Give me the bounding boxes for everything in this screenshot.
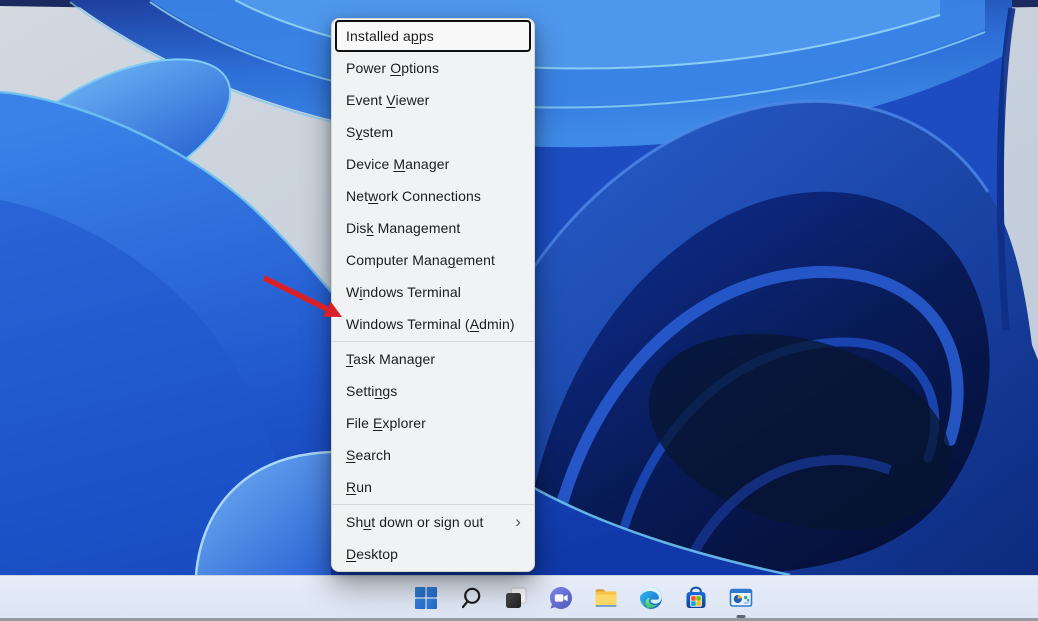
- menu-item-label: Run: [346, 479, 372, 495]
- menu-item-label: Windows Terminal (Admin): [346, 316, 515, 332]
- menu-separator: [332, 341, 534, 342]
- search-button[interactable]: [459, 586, 483, 610]
- menu-item-system[interactable]: System ›: [335, 116, 531, 148]
- task-view-icon: [504, 586, 528, 610]
- menu-item-installed-apps[interactable]: Installed apps ›: [335, 20, 531, 52]
- taskbar: [0, 575, 1038, 621]
- start-icon: [414, 586, 438, 610]
- store-icon: [684, 586, 708, 610]
- task-view-button[interactable]: [504, 586, 528, 610]
- file-explorer-icon: [594, 586, 618, 610]
- search-icon: [459, 586, 483, 610]
- menu-item-label: Power Options: [346, 60, 439, 76]
- menu-item-label: Event Viewer: [346, 92, 429, 108]
- chat-icon: [549, 586, 573, 610]
- edge-icon: [639, 586, 663, 610]
- menu-item-event-viewer[interactable]: Event Viewer ›: [335, 84, 531, 116]
- menu-item-desktop[interactable]: Desktop ›: [335, 538, 531, 570]
- menu-item-computer-management[interactable]: Computer Management ›: [335, 244, 531, 276]
- menu-item-label: Installed apps: [346, 28, 434, 44]
- menu-item-settings[interactable]: Settings ›: [335, 375, 531, 407]
- power-user-menu: Installed apps › Power Options › Event V…: [331, 18, 535, 572]
- menu-item-label: Device Manager: [346, 156, 449, 172]
- pie-chart-app-button[interactable]: [729, 586, 753, 610]
- store-button[interactable]: [684, 586, 708, 610]
- menu-item-windows-terminal-admin[interactable]: Windows Terminal (Admin) ›: [335, 308, 531, 340]
- menu-item-label: Disk Management: [346, 220, 460, 236]
- start-button[interactable]: [414, 586, 438, 610]
- menu-item-file-explorer[interactable]: File Explorer ›: [335, 407, 531, 439]
- menu-item-device-manager[interactable]: Device Manager ›: [335, 148, 531, 180]
- menu-item-task-manager[interactable]: Task Manager ›: [335, 343, 531, 375]
- menu-item-power-options[interactable]: Power Options ›: [335, 52, 531, 84]
- menu-item-label: Settings: [346, 383, 397, 399]
- chevron-right-icon: ›: [515, 513, 521, 530]
- menu-item-label: Task Manager: [346, 351, 435, 367]
- menu-item-label: Computer Management: [346, 252, 495, 268]
- menu-item-label: Windows Terminal: [346, 284, 461, 300]
- chat-button[interactable]: [549, 586, 573, 610]
- menu-item-shut-down-or-sign-out[interactable]: Shut down or sign out ›: [335, 506, 531, 538]
- menu-item-network-connections[interactable]: Network Connections ›: [335, 180, 531, 212]
- menu-item-disk-management[interactable]: Disk Management ›: [335, 212, 531, 244]
- menu-item-run[interactable]: Run ›: [335, 471, 531, 503]
- taskbar-icon-group: [414, 576, 753, 619]
- menu-item-label: Search: [346, 447, 391, 463]
- menu-item-windows-terminal[interactable]: Windows Terminal ›: [335, 276, 531, 308]
- menu-item-label: Shut down or sign out: [346, 514, 484, 530]
- menu-separator: [332, 504, 534, 505]
- menu-item-label: System: [346, 124, 393, 140]
- menu-item-search[interactable]: Search ›: [335, 439, 531, 471]
- file-explorer-button[interactable]: [594, 586, 618, 610]
- menu-item-label: Network Connections: [346, 188, 481, 204]
- pie-chart-app-icon: [729, 586, 753, 610]
- edge-button[interactable]: [639, 586, 663, 610]
- menu-item-label: File Explorer: [346, 415, 426, 431]
- menu-item-label: Desktop: [346, 546, 398, 562]
